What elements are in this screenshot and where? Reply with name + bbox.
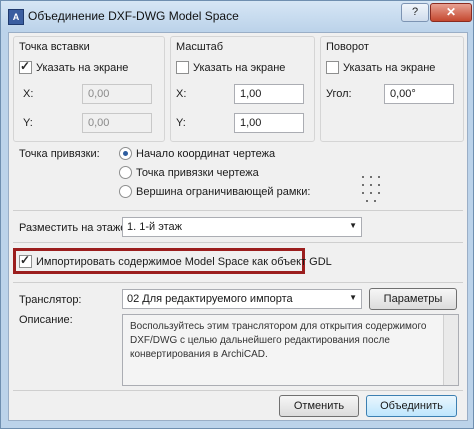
rotation-show-on-screen-checkbox[interactable] (326, 61, 339, 74)
chevron-down-icon: ▼ (349, 293, 357, 302)
anchor-radio-drawing-origin[interactable] (119, 147, 132, 160)
dialog-window: A Объединение DXF-DWG Model Space ? ✕ То… (0, 0, 474, 429)
translator-select-value: 02 Для редактируемого импорта (127, 293, 293, 305)
description-scrollbar[interactable] (443, 315, 458, 385)
title-bar[interactable]: A Объединение DXF-DWG Model Space ? ✕ (1, 1, 473, 31)
import-gdl-label: Импортировать содержимое Model Space как… (36, 256, 332, 268)
divider (13, 210, 463, 211)
description-body: Воспользуйтесь этим транслятором для отк… (130, 321, 427, 360)
scale-y-field[interactable]: 1,00 (234, 113, 304, 133)
rotation-show-on-screen-label: Указать на экране (343, 62, 436, 74)
scale-show-on-screen-label: Указать на экране (193, 62, 286, 74)
insertion-x-field[interactable]: 0,00 (82, 84, 152, 104)
import-gdl-checkbox[interactable] (19, 253, 32, 268)
translator-label: Транслятор: (19, 294, 82, 306)
dialog-client-area: Точка вставки Указать на экране X: 0,00 … (8, 32, 468, 421)
insertion-y-field[interactable]: 0,00 (82, 113, 152, 133)
insertion-point-heading: Точка вставки (19, 41, 90, 53)
anchor-option-bounding-box[interactable]: Вершина ограничивающей рамки: (136, 186, 310, 198)
rotation-heading: Поворот (326, 41, 369, 53)
anchor-option-drawing-anchor[interactable]: Точка привязки чертежа (136, 167, 259, 179)
description-label: Описание: (19, 314, 73, 326)
description-text: Воспользуйтесь этим транслятором для отк… (122, 314, 459, 386)
floor-select[interactable]: 1. 1-й этаж ▼ (122, 217, 362, 237)
scale-x-label: X: (176, 88, 187, 100)
cancel-button[interactable]: Отменить (279, 395, 359, 417)
rotation-angle-field[interactable]: 0,00° (384, 84, 454, 104)
merge-button[interactable]: Объединить (366, 395, 457, 417)
divider (13, 242, 463, 243)
rotation-angle-label: Угол: (326, 88, 352, 100)
scale-show-on-screen-checkbox[interactable] (176, 61, 189, 74)
insertion-x-label: X: (23, 88, 34, 100)
bounding-box-anchor-grid-icon[interactable] (362, 176, 386, 204)
scale-x-field[interactable]: 1,00 (234, 84, 304, 104)
help-button[interactable]: ? (401, 3, 429, 22)
anchor-radio-drawing-anchor[interactable] (119, 166, 132, 179)
insertion-show-on-screen-label: Указать на экране (36, 62, 129, 74)
place-on-floor-label: Разместить на этаже: (19, 222, 130, 234)
scale-y-label: Y: (176, 117, 186, 129)
translator-select[interactable]: 02 Для редактируемого импорта ▼ (122, 289, 362, 309)
anchor-radio-bounding-box[interactable] (119, 185, 132, 198)
close-button[interactable]: ✕ (430, 3, 472, 22)
window-title: Объединение DXF-DWG Model Space (28, 9, 239, 23)
divider (13, 282, 463, 283)
divider (13, 390, 463, 391)
insertion-show-on-screen-checkbox[interactable] (19, 59, 32, 74)
parameters-button[interactable]: Параметры (369, 288, 457, 310)
scale-heading: Масштаб (176, 41, 224, 53)
anchor-option-drawing-origin[interactable]: Начало координат чертежа (136, 148, 275, 160)
anchor-point-label: Точка привязки: (19, 148, 100, 160)
floor-select-value: 1. 1-й этаж (127, 221, 182, 233)
chevron-down-icon: ▼ (349, 221, 357, 230)
insertion-y-label: Y: (23, 117, 33, 129)
app-icon: A (8, 9, 24, 25)
